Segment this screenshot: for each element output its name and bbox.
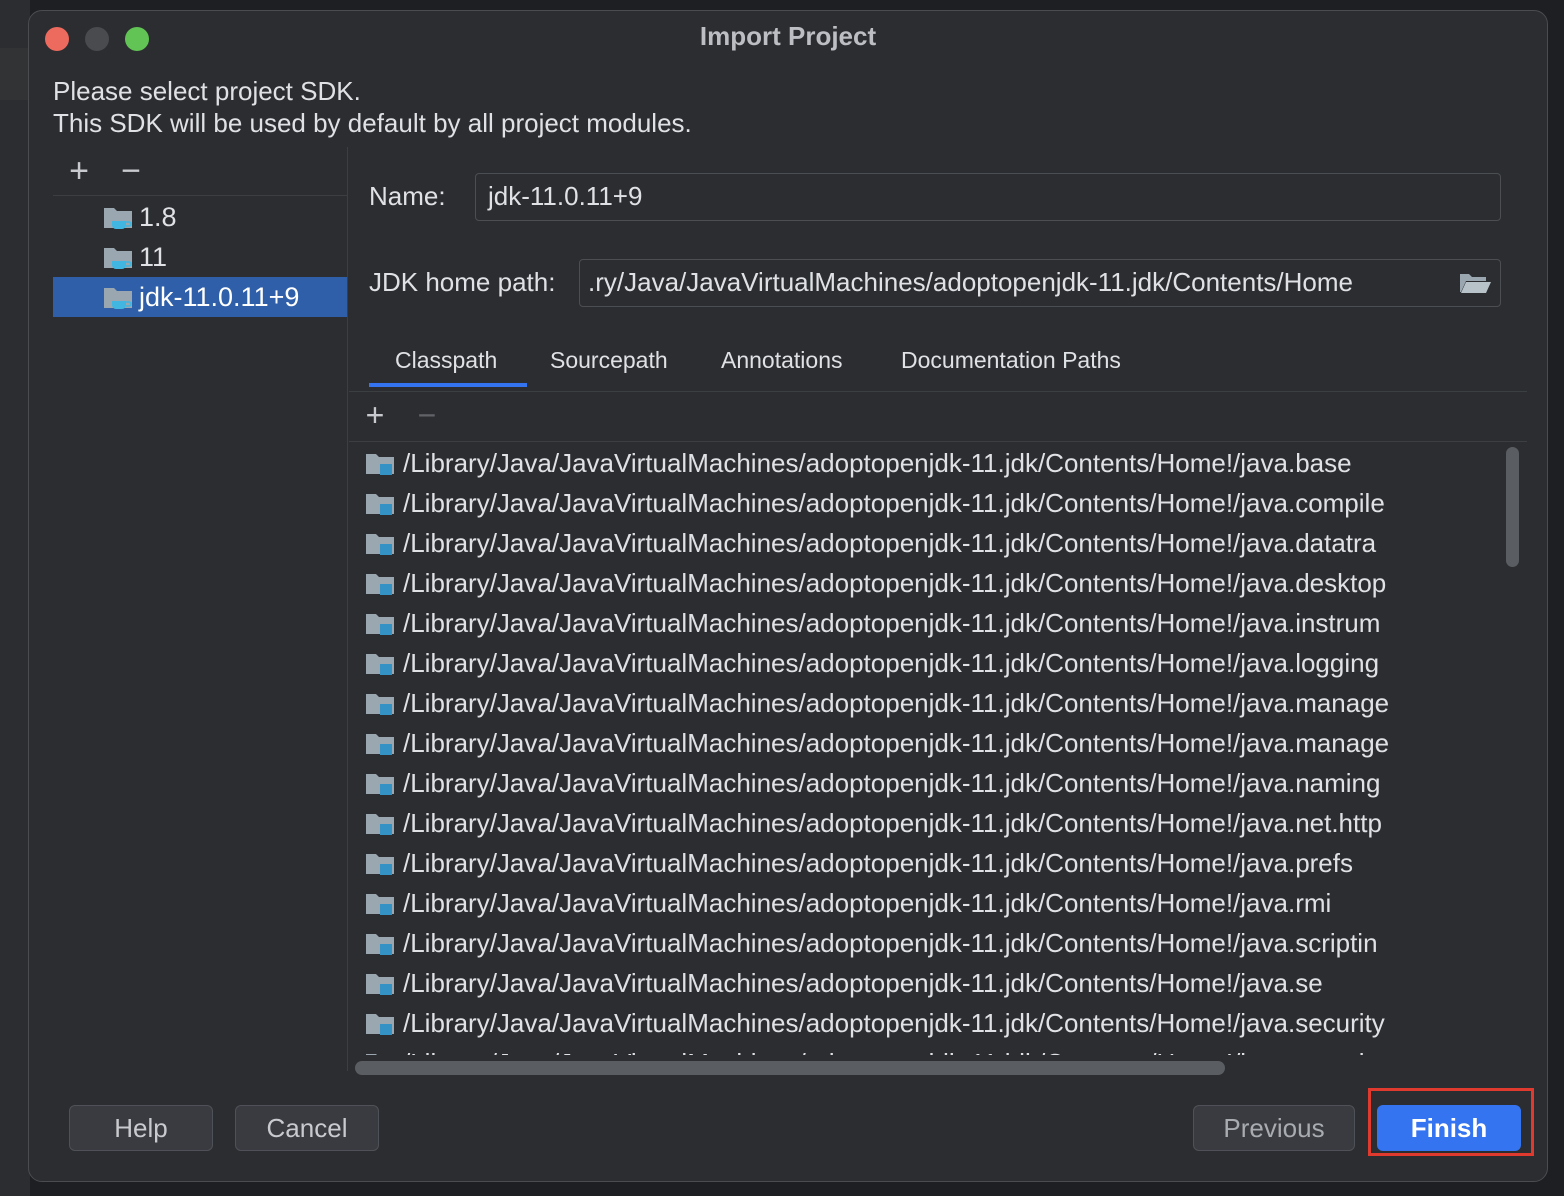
sdk-details-panel: Name: jdk-11.0.11+9 JDK home path: .ry/J… [349, 147, 1527, 1077]
jdk-folder-icon [104, 248, 132, 269]
background-editor-tab [0, 48, 30, 100]
module-folder-icon [366, 854, 394, 875]
classpath-row[interactable]: /Library/Java/JavaVirtualMachines/adopto… [357, 843, 1503, 883]
classpath-row[interactable]: /Library/Java/JavaVirtualMachines/adopto… [357, 963, 1503, 1003]
module-folder-icon [366, 774, 394, 795]
classpath-path: /Library/Java/JavaVirtualMachines/adopto… [403, 768, 1381, 798]
classpath-path: /Library/Java/JavaVirtualMachines/adopto… [403, 448, 1352, 478]
module-folder-icon [366, 974, 394, 995]
classpath-path: /Library/Java/JavaVirtualMachines/adopto… [403, 1043, 1385, 1055]
module-folder-icon [366, 814, 394, 835]
classpath-horizontal-scrollbar[interactable] [355, 1061, 1225, 1075]
instruction-line-2: This SDK will be used by default by all … [53, 108, 692, 138]
classpath-row[interactable]: /Library/Java/JavaVirtualMachines/adopto… [357, 923, 1503, 963]
classpath-row[interactable]: /Library/Java/JavaVirtualMachines/adopto… [357, 483, 1503, 523]
classpath-row[interactable]: /Library/Java/JavaVirtualMachines/adopto… [357, 723, 1503, 763]
jdk-home-path-value: .ry/Java/JavaVirtualMachines/adoptopenjd… [588, 267, 1354, 297]
module-folder-icon [366, 454, 394, 475]
add-classpath-button[interactable]: + [357, 395, 393, 435]
active-tab-indicator [369, 383, 527, 387]
sdk-toolbar: + − [53, 147, 347, 196]
previous-button[interactable]: Previous [1193, 1105, 1355, 1151]
classpath-row[interactable]: /Library/Java/JavaVirtualMachines/adopto… [357, 763, 1503, 803]
module-folder-icon [366, 934, 394, 955]
classpath-path: /Library/Java/JavaVirtualMachines/adopto… [403, 608, 1381, 638]
sdk-item-label: 11 [139, 242, 168, 272]
classpath-path: /Library/Java/JavaVirtualMachines/adopto… [403, 688, 1390, 718]
classpath-path: /Library/Java/JavaVirtualMachines/adopto… [403, 728, 1390, 758]
tab-annotations[interactable]: Annotations [721, 347, 842, 374]
classpath-row[interactable]: /Library/Java/JavaVirtualMachines/adopto… [357, 883, 1503, 923]
classpath-path: /Library/Java/JavaVirtualMachines/adopto… [403, 1008, 1385, 1038]
instruction-line-1: Please select project SDK. [53, 76, 361, 106]
browse-folder-icon[interactable] [1458, 270, 1492, 296]
add-sdk-button[interactable]: + [61, 153, 97, 189]
classpath-path: /Library/Java/JavaVirtualMachines/adopto… [403, 888, 1332, 918]
module-folder-icon [366, 1014, 394, 1035]
import-project-dialog: Import Project Please select project SDK… [28, 10, 1548, 1182]
classpath-row[interactable]: /Library/Java/JavaVirtualMachines/adopto… [357, 643, 1503, 683]
sdk-list-panel: + − 1.8 11 jdk-11.0.11+9 [53, 147, 347, 1071]
classpath-path: /Library/Java/JavaVirtualMachines/adopto… [403, 528, 1377, 558]
name-label: Name: [369, 181, 446, 211]
classpath-row[interactable]: /Library/Java/JavaVirtualMachines/adopto… [357, 803, 1503, 843]
classpath-path: /Library/Java/JavaVirtualMachines/adopto… [403, 808, 1382, 838]
sdk-item-1-8[interactable]: 1.8 [53, 197, 347, 237]
classpath-row[interactable]: /Library/Java/JavaVirtualMachines/adopto… [357, 1043, 1503, 1055]
sdk-item-label: 1.8 [139, 202, 177, 232]
classpath-row[interactable]: /Library/Java/JavaVirtualMachines/adopto… [357, 443, 1503, 483]
tab-classpath[interactable]: Classpath [395, 347, 497, 374]
background-editor-gutter [0, 0, 30, 1196]
module-folder-icon [366, 654, 394, 675]
classpath-row[interactable]: /Library/Java/JavaVirtualMachines/adopto… [357, 1003, 1503, 1043]
remove-sdk-button[interactable]: − [113, 153, 149, 189]
classpath-list: /Library/Java/JavaVirtualMachines/adopto… [357, 443, 1503, 1055]
classpath-path: /Library/Java/JavaVirtualMachines/adopto… [403, 648, 1380, 678]
classpath-toolbar: + − [349, 391, 1527, 442]
sdk-item-11[interactable]: 11 [53, 237, 347, 277]
tab-sourcepath[interactable]: Sourcepath [550, 347, 668, 374]
remove-classpath-button[interactable]: − [409, 395, 445, 435]
jdk-home-path-field[interactable]: .ry/Java/JavaVirtualMachines/adoptopenjd… [579, 259, 1501, 307]
module-folder-icon [366, 574, 394, 595]
classpath-row[interactable]: /Library/Java/JavaVirtualMachines/adopto… [357, 603, 1503, 643]
panel-divider[interactable] [347, 147, 348, 1071]
sdk-list: 1.8 11 jdk-11.0.11+9 [53, 197, 347, 317]
cancel-button[interactable]: Cancel [235, 1105, 379, 1151]
classpath-path: /Library/Java/JavaVirtualMachines/adopto… [403, 928, 1378, 958]
finish-highlight-box [1368, 1088, 1534, 1156]
help-button[interactable]: Help [69, 1105, 213, 1151]
classpath-path: /Library/Java/JavaVirtualMachines/adopto… [403, 848, 1353, 878]
module-folder-icon [366, 734, 394, 755]
classpath-path: /Library/Java/JavaVirtualMachines/adopto… [403, 568, 1387, 598]
jdk-folder-icon [104, 208, 132, 229]
classpath-path: /Library/Java/JavaVirtualMachines/adopto… [403, 488, 1385, 518]
jdk-folder-icon [104, 288, 132, 309]
tab-documentation-paths[interactable]: Documentation Paths [901, 347, 1121, 374]
module-folder-icon [366, 694, 394, 715]
sdk-item-jdk-11-0-11[interactable]: jdk-11.0.11+9 [53, 277, 347, 317]
classpath-path: /Library/Java/JavaVirtualMachines/adopto… [403, 968, 1323, 998]
classpath-row[interactable]: /Library/Java/JavaVirtualMachines/adopto… [357, 683, 1503, 723]
classpath-vertical-scrollbar[interactable] [1506, 447, 1519, 567]
classpath-row[interactable]: /Library/Java/JavaVirtualMachines/adopto… [357, 523, 1503, 563]
sdk-tabs: Classpath Sourcepath Annotations Documen… [349, 333, 1527, 392]
classpath-row[interactable]: /Library/Java/JavaVirtualMachines/adopto… [357, 563, 1503, 603]
module-folder-icon [366, 614, 394, 635]
instructions: Please select project SDK. This SDK will… [53, 75, 692, 139]
jdk-home-path-label: JDK home path: [369, 267, 556, 297]
module-folder-icon [366, 494, 394, 515]
sdk-item-label: jdk-11.0.11+9 [139, 282, 300, 312]
dialog-title: Import Project [699, 21, 877, 51]
title-bar: Import Project [29, 11, 1547, 65]
module-folder-icon [366, 894, 394, 915]
module-folder-icon [366, 534, 394, 555]
sdk-name-field[interactable]: jdk-11.0.11+9 [475, 173, 1501, 221]
module-folder-icon [366, 1054, 377, 1055]
